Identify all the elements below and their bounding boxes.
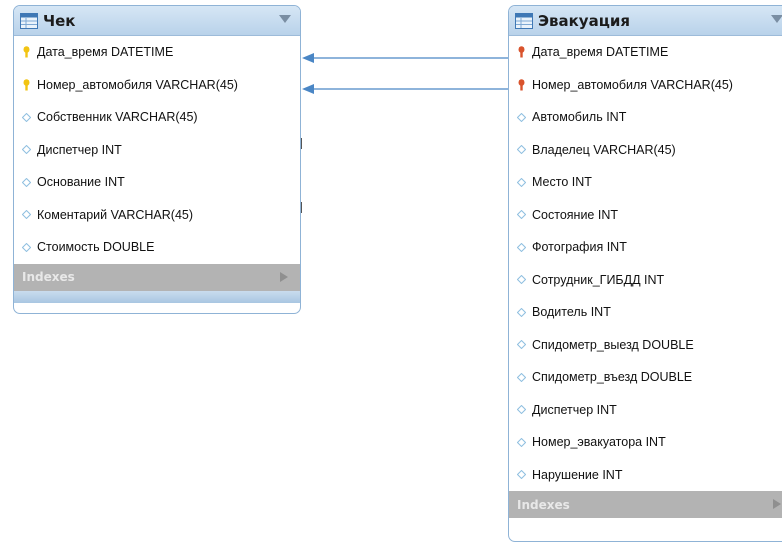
attribute-diamond-icon bbox=[517, 436, 526, 449]
column-label: Место INT bbox=[532, 175, 592, 190]
column-row[interactable]: Диспетчер INT bbox=[509, 394, 782, 427]
relationship-line-datetime[interactable] bbox=[302, 53, 508, 63]
column-row[interactable]: Место INT bbox=[509, 166, 782, 199]
column-row[interactable]: Владелец VARCHAR(45) bbox=[509, 134, 782, 167]
divider-mark bbox=[301, 202, 302, 213]
column-label: Дата_время DATETIME bbox=[532, 45, 669, 60]
column-row[interactable]: Состояние INT bbox=[509, 199, 782, 232]
column-label: Состояние INT bbox=[532, 207, 618, 222]
column-label: Дата_время DATETIME bbox=[37, 45, 174, 60]
column-label: Фотография INT bbox=[532, 240, 627, 255]
attribute-diamond-icon bbox=[517, 403, 526, 416]
column-label: Автомобиль INT bbox=[532, 110, 627, 125]
foreign-key-icon bbox=[517, 46, 526, 59]
column-row[interactable]: Дата_время DATETIME bbox=[14, 36, 300, 69]
column-list: Дата_время DATETIME Номер_автомобиля VAR… bbox=[14, 36, 300, 264]
attribute-diamond-icon bbox=[517, 143, 526, 156]
column-row[interactable]: Фотография INT bbox=[509, 231, 782, 264]
column-row[interactable]: Спидометр_въезд DOUBLE bbox=[509, 361, 782, 394]
attribute-diamond-icon bbox=[22, 111, 31, 124]
column-row[interactable]: Диспетчер INT bbox=[14, 134, 300, 167]
table-title: Эвакуация bbox=[538, 11, 630, 30]
column-label: Диспетчер INT bbox=[37, 142, 122, 157]
column-label: Водитель INT bbox=[532, 305, 611, 320]
column-label: Стоимость DOUBLE bbox=[37, 240, 155, 255]
table-chek[interactable]: Чек Дата_время DATETIME Номер_автомобиля… bbox=[13, 5, 301, 314]
collapse-arrow-icon[interactable] bbox=[771, 15, 782, 23]
column-label: Владелец VARCHAR(45) bbox=[532, 142, 676, 157]
attribute-diamond-icon bbox=[517, 208, 526, 221]
attribute-diamond-icon bbox=[22, 208, 31, 221]
attribute-diamond-icon bbox=[22, 176, 31, 189]
indexes-bar[interactable]: Indexes bbox=[14, 263, 300, 291]
table-icon bbox=[20, 12, 38, 29]
column-label: Сотрудник_ГИБДД INT bbox=[532, 272, 665, 287]
attribute-diamond-icon bbox=[517, 176, 526, 189]
table-title: Чек bbox=[43, 11, 76, 30]
attribute-diamond-icon bbox=[517, 241, 526, 254]
column-label: Номер_автомобиля VARCHAR(45) bbox=[532, 77, 733, 92]
indexes-label: Indexes bbox=[22, 270, 75, 284]
collapse-arrow-icon[interactable] bbox=[279, 15, 291, 23]
table-evakuatsiya[interactable]: Эвакуация Дата_время DATETIME Номер_авто… bbox=[508, 5, 782, 542]
column-label: Нарушение INT bbox=[532, 467, 623, 482]
column-label: Диспетчер INT bbox=[532, 402, 617, 417]
column-label: Номер_автомобиля VARCHAR(45) bbox=[37, 77, 238, 92]
column-label: Номер_эвакуатора INT bbox=[532, 435, 666, 450]
expand-arrow-icon[interactable] bbox=[773, 499, 781, 509]
column-row[interactable]: Основание INT bbox=[14, 166, 300, 199]
table-icon bbox=[515, 12, 533, 29]
attribute-diamond-icon bbox=[517, 273, 526, 286]
relationship-line-car-number[interactable] bbox=[302, 84, 508, 94]
column-row[interactable]: Стоимость DOUBLE bbox=[14, 231, 300, 264]
column-label: Спидометр_выезд DOUBLE bbox=[532, 337, 694, 352]
column-row[interactable]: Сотрудник_ГИБДД INT bbox=[509, 264, 782, 297]
column-row[interactable]: Спидометр_выезд DOUBLE bbox=[509, 329, 782, 362]
table-header[interactable]: Эвакуация bbox=[509, 6, 782, 36]
attribute-diamond-icon bbox=[517, 468, 526, 481]
divider-mark bbox=[301, 138, 302, 149]
column-label: Основание INT bbox=[37, 175, 125, 190]
primary-key-icon bbox=[22, 78, 31, 91]
column-row[interactable]: Номер_эвакуатора INT bbox=[509, 426, 782, 459]
column-label: Собственник VARCHAR(45) bbox=[37, 110, 198, 125]
indexes-bar[interactable]: Indexes bbox=[509, 491, 782, 518]
attribute-diamond-icon bbox=[517, 306, 526, 319]
column-row[interactable]: Дата_время DATETIME bbox=[509, 36, 782, 69]
attribute-diamond-icon bbox=[517, 338, 526, 351]
column-row[interactable]: Автомобиль INT bbox=[509, 101, 782, 134]
column-row[interactable]: Водитель INT bbox=[509, 296, 782, 329]
expand-arrow-icon[interactable] bbox=[280, 271, 288, 282]
table-header[interactable]: Чек bbox=[14, 6, 300, 36]
column-list: Дата_время DATETIME Номер_автомобиля VAR… bbox=[509, 36, 782, 491]
column-label: Коментарий VARCHAR(45) bbox=[37, 207, 194, 222]
column-row[interactable]: Собственник VARCHAR(45) bbox=[14, 101, 300, 134]
attribute-diamond-icon bbox=[22, 241, 31, 254]
indexes-label: Indexes bbox=[517, 497, 570, 512]
attribute-diamond-icon bbox=[517, 371, 526, 384]
attribute-diamond-icon bbox=[517, 111, 526, 124]
foreign-key-icon bbox=[517, 78, 526, 91]
primary-key-icon bbox=[22, 46, 31, 59]
column-label: Спидометр_въезд DOUBLE bbox=[532, 370, 693, 385]
column-row[interactable]: Номер_автомобиля VARCHAR(45) bbox=[509, 69, 782, 102]
column-row[interactable]: Номер_автомобиля VARCHAR(45) bbox=[14, 69, 300, 102]
column-row[interactable]: Коментарий VARCHAR(45) bbox=[14, 199, 300, 232]
table-footer bbox=[14, 290, 300, 303]
column-row[interactable]: Нарушение INT bbox=[509, 459, 782, 492]
attribute-diamond-icon bbox=[22, 143, 31, 156]
